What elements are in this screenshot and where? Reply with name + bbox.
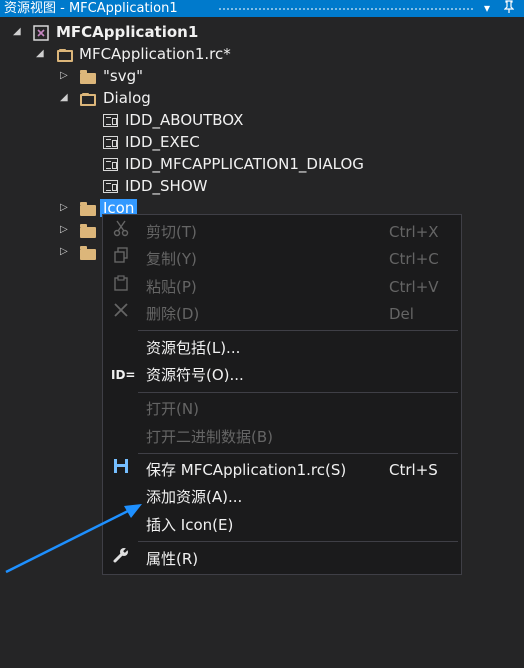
annotation-arrow-icon [5, 504, 142, 574]
